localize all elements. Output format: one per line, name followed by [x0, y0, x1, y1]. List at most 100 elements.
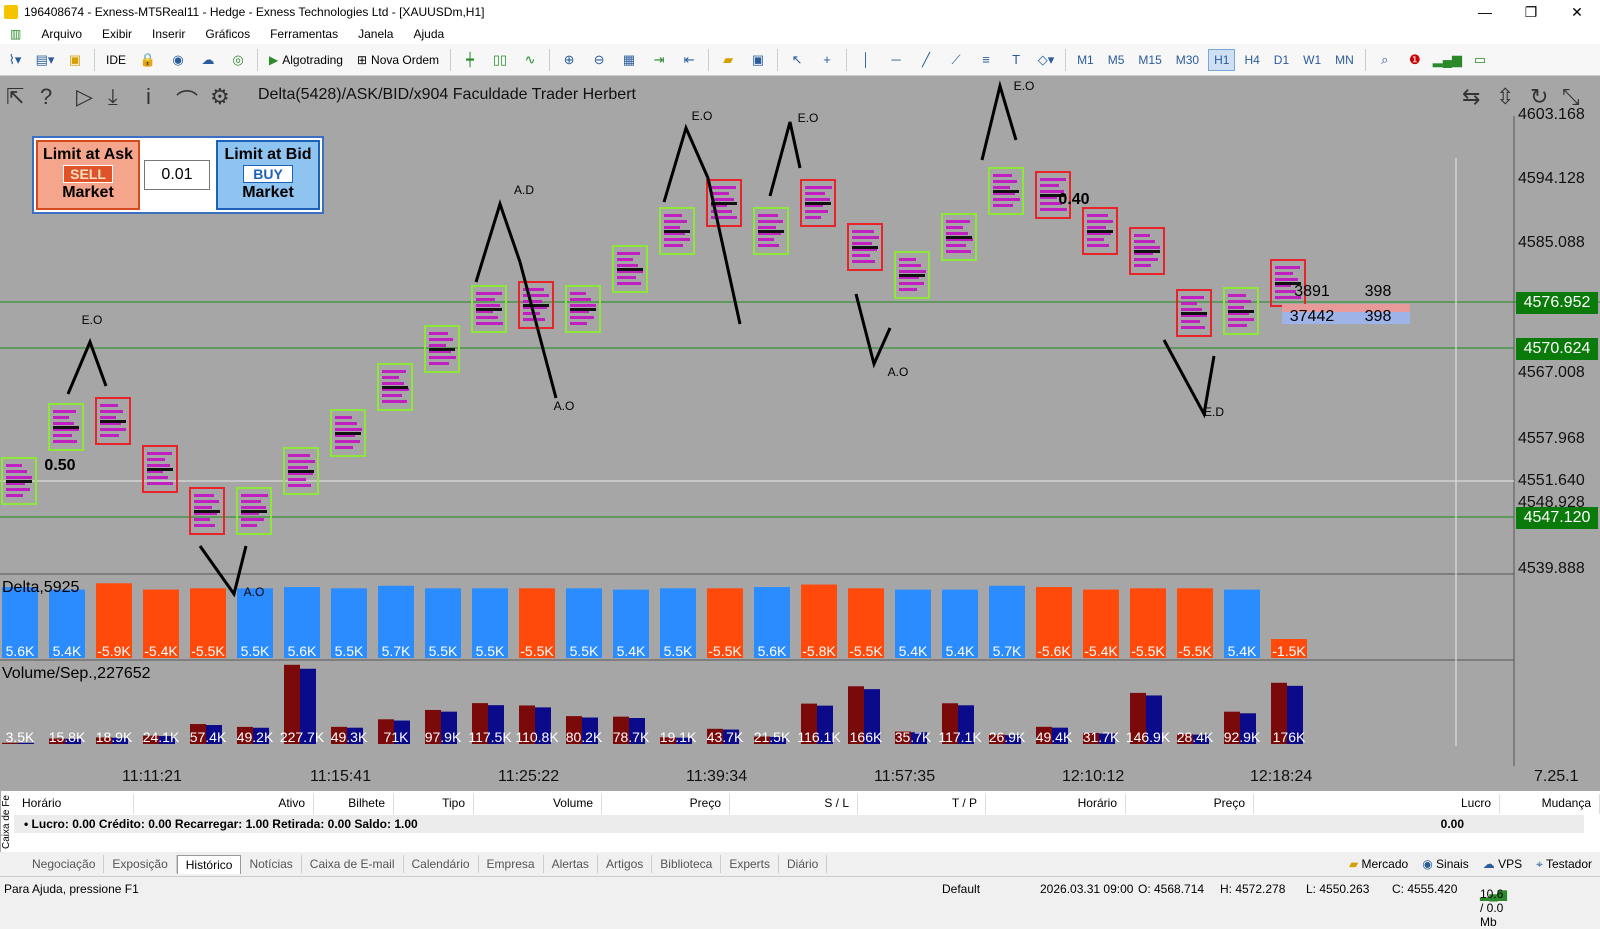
line-chart-icon[interactable]: ∿	[518, 48, 542, 72]
chart-settings-icon[interactable]: ⌒	[176, 84, 198, 116]
menu-ajuda[interactable]: Ajuda	[403, 27, 454, 41]
signal-strength-icon[interactable]: ▂▄▆	[1433, 48, 1462, 72]
tab-artigos[interactable]: Artigos	[598, 855, 653, 873]
menu-arquivo[interactable]: Arquivo	[31, 27, 92, 41]
market-icon[interactable]: ▣	[63, 48, 87, 72]
cloud-icon[interactable]: ☁	[196, 48, 220, 72]
indicator-tool-icon[interactable]: ⇱	[6, 84, 24, 110]
lot-input[interactable]: 0.01	[144, 160, 210, 190]
col-header[interactable]: S / L	[730, 794, 858, 814]
globe-icon[interactable]: ◎	[226, 48, 250, 72]
tab-exposicao[interactable]: Exposição	[104, 855, 177, 873]
footprint-bar	[382, 382, 404, 385]
close-icon[interactable]: ✕	[1554, 0, 1600, 24]
menu-exibir[interactable]: Exibir	[92, 27, 142, 41]
tab-caixa-email[interactable]: Caixa de E-mail	[302, 855, 404, 873]
nova-ordem-button[interactable]: ⊞ Nova Ordem	[353, 48, 443, 72]
download-icon[interactable]: ⤓	[108, 84, 118, 110]
text-icon[interactable]: T	[1004, 48, 1028, 72]
buy-button[interactable]: BUY	[243, 165, 293, 183]
lock-icon[interactable]: 🔒	[136, 48, 160, 72]
channel-icon[interactable]: ≡	[974, 48, 998, 72]
chart-type-icon[interactable]: ⌇▾	[3, 48, 27, 72]
info-icon[interactable]: i	[146, 84, 151, 110]
mercado-button[interactable]: ▰ Mercado	[1349, 857, 1408, 872]
tf-m30[interactable]: M30	[1171, 50, 1204, 70]
limit-bid-button[interactable]: Limit at Bid BUY Market	[216, 140, 320, 210]
tab-negociacao[interactable]: Negociação	[24, 855, 105, 873]
arrows-vertical-icon[interactable]: ⇳	[1496, 84, 1514, 110]
battery-icon[interactable]: ▭	[1468, 48, 1492, 72]
col-header[interactable]: Mudança	[1500, 794, 1600, 814]
arrows-horizontal-icon[interactable]: ⇆	[1462, 84, 1480, 110]
col-header[interactable]: Horário	[986, 794, 1126, 814]
cursor-icon[interactable]: ↖	[785, 48, 809, 72]
minimize-icon[interactable]: —	[1462, 0, 1508, 24]
col-header[interactable]: Volume	[474, 794, 602, 814]
market-sell-label[interactable]: Market	[38, 184, 138, 202]
zoom-out-icon[interactable]: ⊖	[587, 48, 611, 72]
help-icon[interactable]: ?	[40, 84, 52, 110]
tab-alertas[interactable]: Alertas	[544, 855, 598, 873]
play-icon[interactable]: ▷	[76, 84, 93, 110]
screenshot-icon[interactable]: ▣	[746, 48, 770, 72]
trendline-icon[interactable]: ╱	[914, 48, 938, 72]
chart-area[interactable]: 5.6K 3.5K 5.4K 15.8K -5.9K 18.9K -5.4K 24.1K -5.…	[0, 76, 1600, 790]
testador-button[interactable]: ⌖ Testador	[1536, 857, 1592, 872]
tf-m5[interactable]: M5	[1103, 50, 1130, 70]
trendline-alt-icon[interactable]: ⟋	[944, 48, 968, 72]
col-header[interactable]: Ativo	[134, 794, 314, 814]
candle-chart-icon[interactable]: ▯▯	[488, 48, 512, 72]
menu-graficos[interactable]: Gráficos	[195, 27, 260, 41]
sell-button[interactable]: SELL	[63, 165, 113, 183]
algotrading-button[interactable]: ▶ Algotrading	[265, 48, 347, 72]
tf-m1[interactable]: M1	[1072, 50, 1099, 70]
tab-noticias[interactable]: Notícias	[241, 855, 302, 873]
tab-biblioteca[interactable]: Biblioteca	[652, 855, 722, 873]
folder-icon[interactable]: ▰	[716, 48, 740, 72]
maximize-icon[interactable]: ❐	[1508, 0, 1554, 24]
col-header[interactable]: Preço	[602, 794, 730, 814]
horizontal-line-icon[interactable]: ─	[884, 48, 908, 72]
col-header[interactable]: Horário	[14, 794, 134, 814]
sinais-button[interactable]: ◉ Sinais	[1422, 857, 1469, 872]
tf-m15[interactable]: M15	[1133, 50, 1166, 70]
col-header[interactable]: Bilhete	[314, 794, 394, 814]
menu-janela[interactable]: Janela	[348, 27, 403, 41]
col-header[interactable]: Tipo	[394, 794, 474, 814]
tab-historico[interactable]: Histórico	[176, 854, 242, 874]
shapes-icon[interactable]: ◇▾	[1034, 48, 1058, 72]
chart-shift-icon[interactable]: ⇤	[677, 48, 701, 72]
tab-empresa[interactable]: Empresa	[479, 855, 544, 873]
col-header[interactable]: T / P	[858, 794, 986, 814]
signal-icon[interactable]: ◉	[166, 48, 190, 72]
tf-mn[interactable]: MN	[1330, 50, 1359, 70]
tab-calendario[interactable]: Calendário	[404, 855, 479, 873]
crosshair-icon[interactable]: +	[815, 48, 839, 72]
templates-icon[interactable]: ▤▾	[33, 48, 57, 72]
col-header[interactable]: Lucro	[1254, 794, 1500, 814]
menu-ferramentas[interactable]: Ferramentas	[260, 27, 348, 41]
bar-chart-icon[interactable]: ┿	[458, 48, 482, 72]
tf-h1[interactable]: H1	[1208, 48, 1236, 71]
gear-icon[interactable]: ⚙	[210, 84, 230, 110]
market-buy-label[interactable]: Market	[218, 184, 318, 202]
terminal-side-label[interactable]: Caixa de Fe	[0, 791, 14, 853]
tf-h4[interactable]: H4	[1239, 50, 1264, 70]
terminal-summary-row[interactable]: • Lucro: 0.00 Crédito: 0.00 Recarregar: …	[14, 815, 1584, 833]
col-header[interactable]: Preço	[1126, 794, 1254, 814]
tf-d1[interactable]: D1	[1269, 50, 1294, 70]
zoom-in-icon[interactable]: ⊕	[557, 48, 581, 72]
notifications-icon[interactable]: ❶	[1403, 48, 1427, 72]
ide-button[interactable]: IDE	[102, 48, 130, 72]
autoscroll-icon[interactable]: ⇥	[647, 48, 671, 72]
grid-icon[interactable]: ▦	[617, 48, 641, 72]
limit-ask-button[interactable]: Limit at Ask SELL Market	[36, 140, 140, 210]
menu-inserir[interactable]: Inserir	[142, 27, 195, 41]
search-icon[interactable]: ⌕	[1373, 48, 1397, 72]
tab-diario[interactable]: Diário	[779, 855, 828, 873]
tab-experts[interactable]: Experts	[721, 855, 780, 873]
tf-w1[interactable]: W1	[1298, 50, 1326, 70]
vertical-line-icon[interactable]: │	[854, 48, 878, 72]
vps-button[interactable]: ☁ VPS	[1483, 857, 1522, 872]
